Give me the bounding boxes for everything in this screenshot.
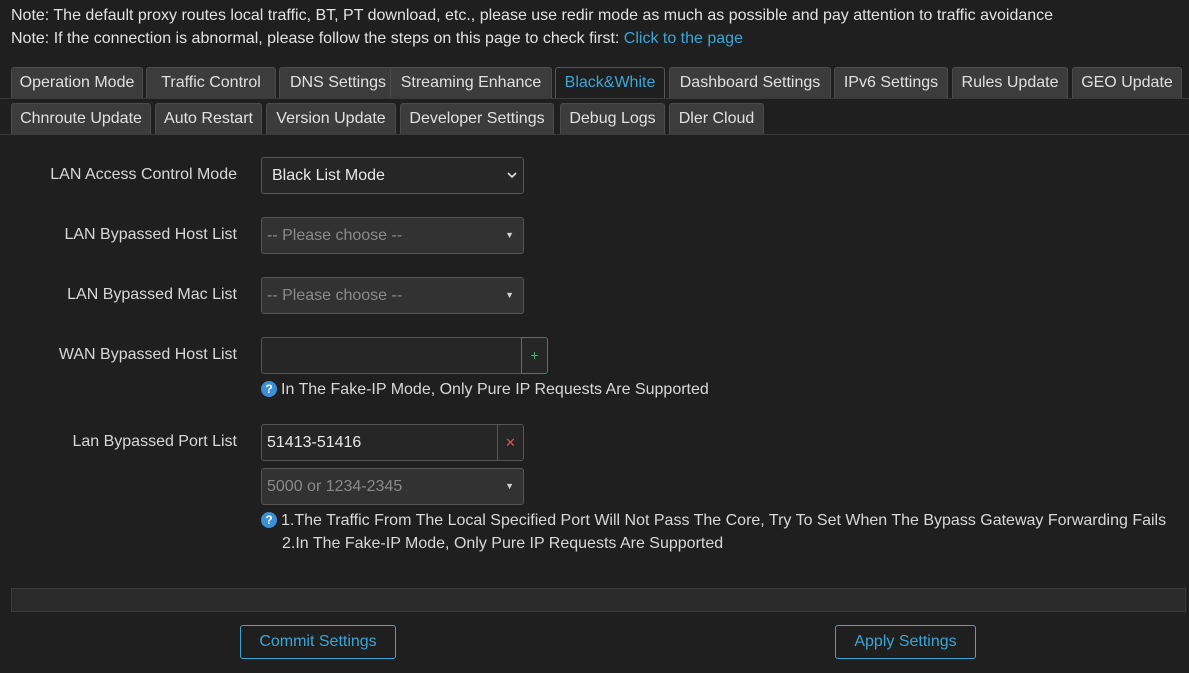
top-clipped-banner	[0, 0, 560, 3]
lan-port-help-line2: 2.In The Fake-IP Mode, Only Pure IP Requ…	[282, 535, 724, 552]
tab-row-2-divider	[0, 134, 1189, 135]
tab-version-update[interactable]: Version Update	[266, 103, 396, 134]
lan-port-list-label: Lan Bypassed Port List	[72, 433, 237, 450]
tab-geo-update[interactable]: GEO Update	[1072, 67, 1182, 98]
lan-access-mode-value: Black List Mode	[272, 167, 385, 184]
lan-port-entry-input[interactable]	[261, 424, 497, 461]
tab-rules-update[interactable]: Rules Update	[952, 67, 1068, 98]
chevron-down-icon	[507, 172, 517, 179]
tab-ipv6-settings[interactable]: IPv6 Settings	[834, 67, 948, 98]
note-connection-text: Note: If the connection is abnormal, ple…	[11, 30, 624, 47]
tab-black-white[interactable]: Black&White	[555, 67, 665, 99]
caret-down-icon: ▼	[505, 230, 514, 240]
tab-dashboard-settings[interactable]: Dashboard Settings	[669, 67, 831, 98]
note-traffic: Note: The default proxy routes local tra…	[11, 7, 1054, 24]
lan-port-entry-group: ✕	[261, 424, 524, 461]
lan-host-list-select[interactable]: -- Please choose -- ▼	[261, 217, 524, 254]
plus-icon: +	[530, 347, 539, 363]
tab-chnroute-update[interactable]: Chnroute Update	[11, 103, 151, 134]
remove-port-button[interactable]: ✕	[497, 424, 524, 461]
tab-debug-logs[interactable]: Debug Logs	[560, 103, 665, 134]
check-page-link[interactable]: Click to the page	[624, 30, 743, 47]
tab-auto-restart[interactable]: Auto Restart	[155, 103, 262, 134]
wan-host-list-label: WAN Bypassed Host List	[58, 346, 237, 363]
lan-port-placeholder: 5000 or 1234-2345	[267, 478, 403, 495]
lan-mac-list-select[interactable]: -- Please choose -- ▼	[261, 277, 524, 314]
times-icon: ✕	[505, 435, 516, 450]
wan-host-help-text: In The Fake-IP Mode, Only Pure IP Reques…	[281, 381, 709, 398]
lan-mac-list-label: LAN Bypassed Mac List	[67, 286, 237, 303]
tab-developer-settings[interactable]: Developer Settings	[400, 103, 554, 134]
lan-access-mode-select[interactable]: Black List Mode	[261, 157, 524, 194]
caret-down-icon: ▼	[505, 481, 514, 491]
caret-down-icon: ▼	[505, 290, 514, 300]
question-icon: ?	[261, 512, 277, 528]
lan-host-list-placeholder: -- Please choose --	[267, 227, 403, 244]
wan-host-list-group: +	[261, 337, 548, 374]
tab-streaming-enhance[interactable]: Streaming Enhance	[390, 67, 552, 98]
lan-access-mode-label: LAN Access Control Mode	[50, 166, 237, 183]
apply-settings-button[interactable]: Apply Settings	[835, 625, 976, 659]
wan-host-list-input[interactable]	[261, 337, 521, 374]
lan-port-help: ? 1.The Traffic From The Local Specified …	[261, 509, 1166, 555]
question-icon: ?	[261, 381, 277, 397]
add-wan-host-button[interactable]: +	[521, 337, 548, 374]
section-divider-bar	[11, 588, 1186, 612]
wan-host-help: ? In The Fake-IP Mode, Only Pure IP Reque…	[261, 378, 709, 401]
note-connection: Note: If the connection is abnormal, ple…	[11, 30, 743, 48]
tab-row-1-divider	[0, 98, 1189, 99]
tab-operation-mode[interactable]: Operation Mode	[11, 67, 143, 98]
lan-mac-list-placeholder: -- Please choose --	[267, 287, 403, 304]
tab-dns-settings[interactable]: DNS Settings	[279, 67, 397, 98]
commit-settings-button[interactable]: Commit Settings	[240, 625, 396, 659]
tab-traffic-control[interactable]: Traffic Control	[146, 67, 276, 98]
lan-port-select[interactable]: 5000 or 1234-2345 ▼	[261, 468, 524, 505]
lan-host-list-label: LAN Bypassed Host List	[64, 226, 237, 243]
lan-port-help-line1: 1.The Traffic From The Local Specified P…	[281, 512, 1167, 529]
tab-dler-cloud[interactable]: Dler Cloud	[669, 103, 764, 134]
